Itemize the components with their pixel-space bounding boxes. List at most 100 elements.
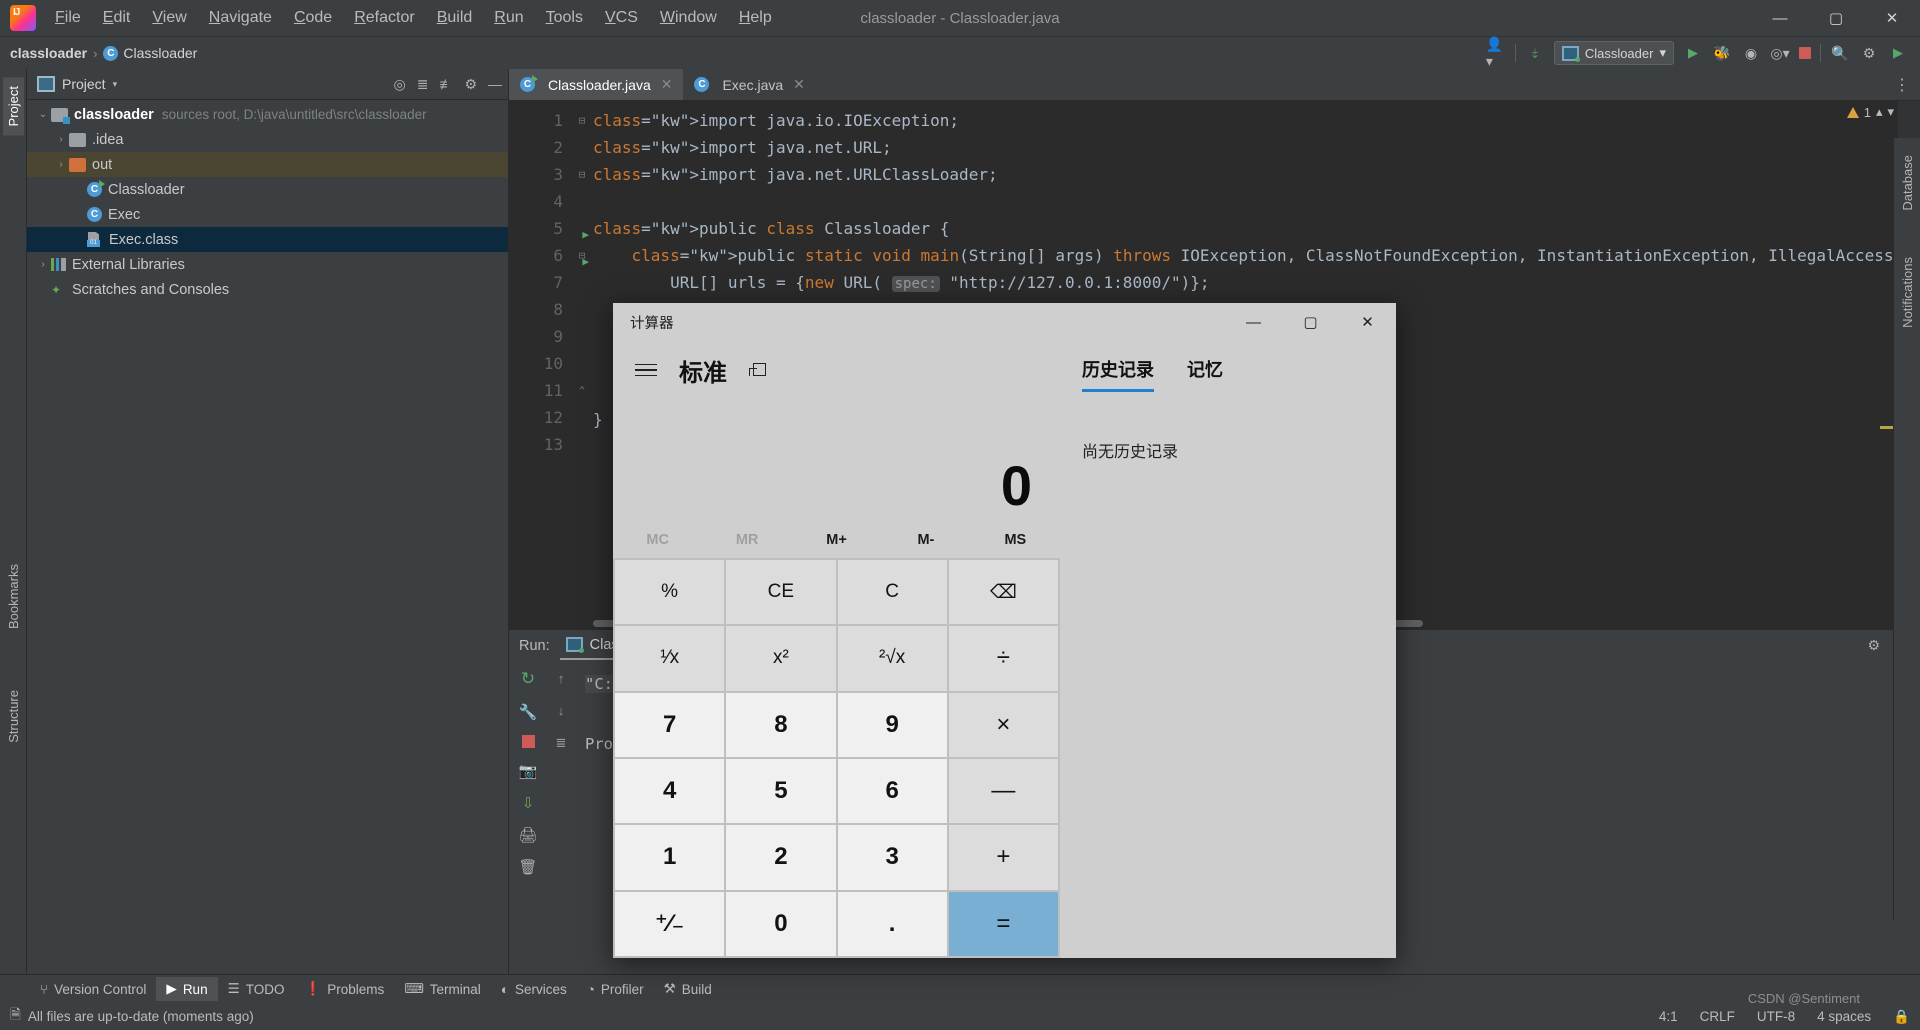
fold-marker[interactable]: ⌃ [571,377,593,404]
tree-item-classloader[interactable]: ⌄ classloader sources root, D:\java\untitl… [27,102,508,127]
build-hammer-icon[interactable]: ⤈ [1525,43,1545,63]
fold-marker[interactable] [571,431,593,458]
menu-item-refactor[interactable]: Refactor [343,5,425,31]
tool-window-build[interactable]: ⚒ Build [654,977,722,1001]
up-arrow-icon[interactable]: ↑ [558,671,565,686]
file-encoding[interactable]: UTF-8 [1757,1009,1795,1024]
tree-expand-arrow-icon[interactable]: ⌄ [35,109,51,120]
breadcrumb-class[interactable]: C Classloader [99,43,201,63]
indent-setting[interactable]: 4 spaces [1817,1009,1871,1024]
menu-item-tools[interactable]: Tools [535,5,594,31]
tool-window-services[interactable]: ◐ Services [491,978,577,1001]
calc-key-divide[interactable]: ÷ [948,626,1058,691]
tree-item--idea[interactable]: › .idea [27,127,508,152]
lock-icon[interactable]: 🔒 [1893,1009,1910,1025]
stop-icon[interactable] [521,735,535,748]
calc-key-add[interactable]: + [948,825,1058,890]
tool-window-run[interactable]: ▶ Run [156,977,218,1001]
tool-window-profiler[interactable]: ◔ Profiler [577,978,654,1001]
menu-item-code[interactable]: Code [283,5,343,31]
tree-expand-arrow-icon[interactable]: › [35,259,51,270]
calc-key-square[interactable]: x² [726,626,836,691]
calc-key-equals[interactable]: = [948,891,1058,956]
tool-window-version-control[interactable]: ⑂ Version Control [30,978,156,1001]
profile-icon[interactable]: ◎▾ [1770,43,1790,63]
settings-icon[interactable]: ⚙ [1859,43,1879,63]
calc-key-four[interactable]: 4 [615,759,725,824]
calc-key-subtract[interactable]: — [948,759,1058,824]
breadcrumb-project[interactable]: classloader [6,43,91,63]
fold-marker[interactable]: ⊟ [571,242,593,269]
tool-window-problems[interactable]: ❗ Problems [294,977,394,1001]
memory-button-mplus[interactable]: M+ [792,532,881,548]
run-configuration-selector[interactable]: Classloader ▾ [1553,41,1674,65]
tree-item-out[interactable]: › out [27,152,508,177]
tree-expand-arrow-icon[interactable]: › [53,134,69,145]
collapse-all-icon[interactable]: ≢ [439,76,453,92]
maximize-button[interactable]: ▢ [1808,0,1864,36]
menu-item-help[interactable]: Help [728,5,783,31]
tool-window-todo[interactable]: ☰ TODO [218,977,295,1001]
calc-key-three[interactable]: 3 [837,825,947,890]
calc-key-reciprocal[interactable]: ¹⁄x [615,626,725,691]
menu-item-build[interactable]: Build [426,5,484,31]
sidebar-tab-project[interactable]: Project [2,77,24,136]
settings-icon[interactable]: ⚙ [1867,637,1880,654]
fold-marker[interactable] [571,269,593,296]
memory-button-mminus[interactable]: M- [881,532,970,548]
tree-item-classloader[interactable]: C Classloader [27,177,508,202]
fold-marker[interactable]: ⊟ [571,161,593,188]
tool-window-terminal[interactable]: ⌨ Terminal [394,977,491,1001]
rerun-icon[interactable]: ↻ [521,669,535,689]
code-line[interactable]: class="kw">import java.net.URL; [593,134,1920,161]
fold-marker[interactable] [571,404,593,431]
code-line[interactable] [593,188,1920,215]
sidebar-tab-structure[interactable]: Structure [3,681,24,752]
code-fold-column[interactable]: ⊟ ⊟ ⊟ ⌃ [571,101,593,629]
calculator-close-button[interactable]: ✕ [1339,303,1396,341]
calc-key-two[interactable]: 2 [726,825,836,890]
tree-expand-arrow-icon[interactable]: › [53,159,69,170]
wrench-icon[interactable]: 🔧 [519,703,538,721]
calc-key-negate[interactable]: ⁺⁄₋ [615,891,725,956]
close-button[interactable]: ✕ [1864,0,1920,36]
tree-item-scratches-and-consoles[interactable]: ✦ Scratches and Consoles [27,277,508,302]
menu-item-file[interactable]: File [44,5,92,31]
fold-marker[interactable] [571,215,593,242]
expand-all-icon[interactable]: ≣ [417,76,429,93]
more-options-icon[interactable]: ⋮ [1894,75,1910,95]
menu-item-navigate[interactable]: Navigate [198,5,283,31]
history-tab-history[interactable]: 历史记录 [1082,356,1154,392]
chevron-down-icon[interactable]: ▾ [1887,104,1894,120]
calc-key-backspace[interactable]: ⌫ [948,560,1058,625]
fold-marker[interactable] [571,134,593,161]
tree-item-exec[interactable]: C Exec [27,202,508,227]
minimize-button[interactable]: — [1752,0,1808,36]
calc-key-decimal[interactable]: . [837,891,947,956]
calculator-minimize-button[interactable]: — [1225,303,1282,341]
sidebar-tab-bookmarks[interactable]: Bookmarks [3,555,24,638]
keep-on-top-icon[interactable] [749,361,767,379]
sidebar-tab-database[interactable]: Database [1897,146,1918,220]
fold-marker[interactable] [571,188,593,215]
print-icon[interactable]: 🖨 [518,826,537,844]
calc-key-seven[interactable]: 7 [615,692,725,757]
fold-marker[interactable] [571,296,593,323]
menu-item-run[interactable]: Run [483,5,534,31]
calculator-maximize-button[interactable]: ▢ [1282,303,1339,341]
menu-item-vcs[interactable]: VCS [594,5,649,31]
calc-key-clear[interactable]: C [837,560,947,625]
down-arrow-icon[interactable]: ↓ [558,703,565,718]
calc-key-percent[interactable]: % [615,560,725,625]
fold-marker[interactable] [571,323,593,350]
editor-tabs-actions[interactable]: ⋮ [1894,69,1920,100]
tree-item-external-libraries[interactable]: › External Libraries [27,252,508,277]
editor-tab-exec-java[interactable]: C Exec.java ✕ [683,69,815,100]
calc-key-six[interactable]: 6 [837,759,947,824]
memory-button-ms[interactable]: MS [971,532,1060,548]
project-panel-title-group[interactable]: Project ▾ [37,76,117,92]
coverage-icon[interactable]: ◉ [1741,43,1761,63]
run-play-icon[interactable]: ▶ [1888,43,1908,63]
scroll-down-icon[interactable]: ⇩ [522,794,535,812]
inspection-widget[interactable]: 1 ▴ ▾ [1846,104,1894,120]
